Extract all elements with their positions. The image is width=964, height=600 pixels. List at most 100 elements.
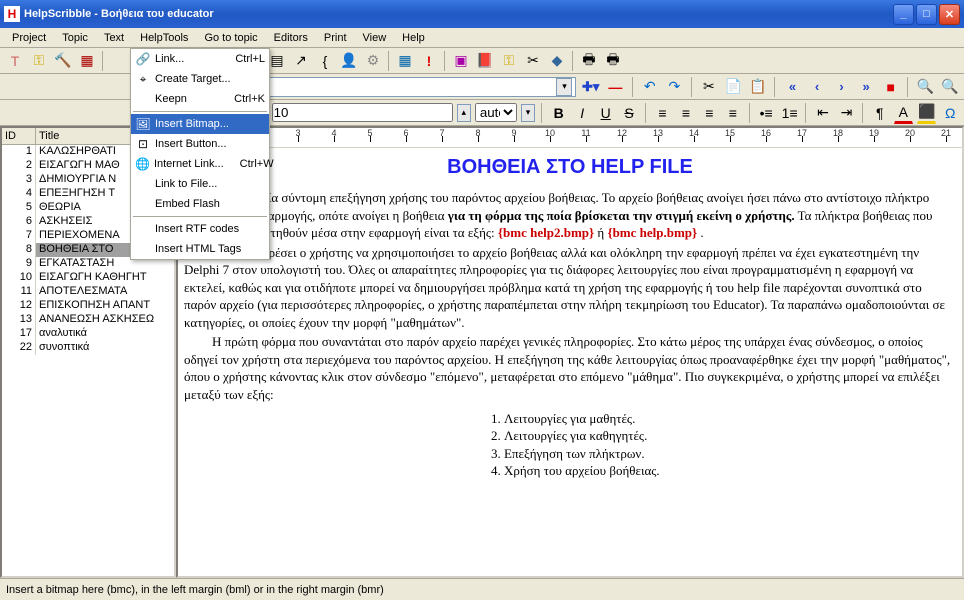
topic-row[interactable]: 10ΕΙΣΑΓΩΓΗ ΚΑΘΗΓΗΤ xyxy=(2,271,174,285)
menu-editors[interactable]: Editors xyxy=(266,30,316,46)
menu-item-insert-rtf-codes[interactable]: Insert RTF codes xyxy=(131,219,269,239)
tool-alert-icon[interactable]: ! xyxy=(418,50,440,72)
menu-project[interactable]: Project xyxy=(4,30,54,46)
topic-id: 4 xyxy=(2,187,36,201)
tool-person-icon[interactable]: 👤 xyxy=(338,50,360,72)
tool-db-icon[interactable]: ▣ xyxy=(450,50,472,72)
font-script-drop-icon[interactable]: ▾ xyxy=(521,104,535,122)
tool-title-icon[interactable]: T xyxy=(4,50,26,72)
nav-copy-icon[interactable]: 📄 xyxy=(723,76,744,98)
font-size-input[interactable] xyxy=(272,103,453,122)
menu-shortcut: Ctrl+W xyxy=(228,158,274,170)
align-justify-icon[interactable]: ≡ xyxy=(723,102,742,124)
align-center-icon[interactable]: ≡ xyxy=(676,102,695,124)
content-area[interactable]: ΒΟΗΘΕΙΑ ΣΤΟ HELP FILE φόρμα γίνεται μία … xyxy=(178,148,962,576)
topic-row[interactable]: 17αναλυτικά xyxy=(2,327,174,341)
nav-next-icon[interactable]: › xyxy=(831,76,852,98)
topic-id: 2 xyxy=(2,159,36,173)
menu-help[interactable]: Help xyxy=(394,30,433,46)
symbol-icon[interactable]: Ω xyxy=(940,102,959,124)
menu-gototopic[interactable]: Go to topic xyxy=(196,30,265,46)
menu-item-create-target-[interactable]: ⌖Create Target... xyxy=(131,69,269,89)
tool-calendar-icon[interactable]: ▦ xyxy=(394,50,416,72)
title-bar: H HelpScribble - Βοήθεια του educator _ … xyxy=(0,0,964,28)
menu-item-label: Internet Link... xyxy=(154,158,224,170)
menu-item-internet-link-[interactable]: 🌐Internet Link...Ctrl+W xyxy=(131,154,269,174)
menu-item-keepn[interactable]: KeepnCtrl+K xyxy=(131,89,269,109)
tool-print2-icon[interactable]: 🖶 xyxy=(602,50,624,72)
nav-add-icon[interactable]: ✚▾ xyxy=(580,76,601,98)
nav-search-icon[interactable]: 🔍 xyxy=(915,76,936,98)
outdent-icon[interactable]: ⇤ xyxy=(813,102,832,124)
nav-replace-icon[interactable]: 🔍 xyxy=(939,76,960,98)
menu-item-link-[interactable]: 🔗Link...Ctrl+L xyxy=(131,49,269,69)
tool-script-icon[interactable]: { xyxy=(314,50,336,72)
tool-scissors-icon[interactable]: ✂ xyxy=(522,50,544,72)
maximize-button[interactable]: □ xyxy=(916,4,937,25)
paragraph-icon[interactable]: ¶ xyxy=(870,102,889,124)
nav-paste-icon[interactable]: 📋 xyxy=(748,76,769,98)
font-script-select[interactable]: autc xyxy=(475,103,517,122)
bold-button[interactable]: B xyxy=(549,102,568,124)
nav-minus-icon[interactable]: — xyxy=(605,76,626,98)
menu-item-label: Create Target... xyxy=(155,73,231,85)
ruler[interactable]: 0123456789101112131415161718192021 xyxy=(178,128,962,148)
align-left-icon[interactable]: ≡ xyxy=(653,102,672,124)
tool-key2-icon[interactable]: ⚿ xyxy=(498,50,520,72)
menu-item-label: Link... xyxy=(155,53,184,65)
font-size-up-icon[interactable]: ▴ xyxy=(457,104,471,122)
menu-bar: Project Topic Text HelpTools Go to topic… xyxy=(0,28,964,48)
list-item: Λειτουργίες για μαθητές. xyxy=(504,410,956,428)
bitmap-icon: 🖼 xyxy=(135,116,151,132)
nav-redo-icon[interactable]: ↷ xyxy=(664,76,685,98)
status-bar: Insert a bitmap here (bmc), in the left … xyxy=(0,578,964,600)
bg-color-icon[interactable]: ⬛ xyxy=(917,102,936,124)
number-list-icon[interactable]: 1≡ xyxy=(780,102,799,124)
combo-drop-icon[interactable]: ▾ xyxy=(556,78,572,96)
tool-tag-icon[interactable]: ◆ xyxy=(546,50,568,72)
font-color-icon[interactable]: A xyxy=(894,102,913,124)
underline-button[interactable]: U xyxy=(596,102,615,124)
tool-print-icon[interactable]: 🖶 xyxy=(578,50,600,72)
menu-item-link-to-file-[interactable]: Link to File... xyxy=(131,174,269,194)
italic-button[interactable]: I xyxy=(572,102,591,124)
menu-item-label: Embed Flash xyxy=(155,198,220,210)
nav-cut-icon[interactable]: ✂ xyxy=(699,76,720,98)
topic-row[interactable]: 22συνοπτικά xyxy=(2,341,174,355)
align-right-icon[interactable]: ≡ xyxy=(700,102,719,124)
nav-prev-icon[interactable]: ‹ xyxy=(807,76,828,98)
bullet-list-icon[interactable]: •≡ xyxy=(756,102,775,124)
menu-view[interactable]: View xyxy=(355,30,395,46)
topic-id: 17 xyxy=(2,327,36,341)
tool-key-icon[interactable]: ⚿ xyxy=(28,50,50,72)
topic-id: 13 xyxy=(2,313,36,327)
menu-topic[interactable]: Topic xyxy=(54,30,96,46)
window-title: HelpScribble - Βοήθεια του educator xyxy=(24,8,893,20)
menu-item-insert-html-tags[interactable]: Insert HTML Tags xyxy=(131,239,269,259)
helptools-menu: 🔗Link...Ctrl+L⌖Create Target...KeepnCtrl… xyxy=(130,48,270,260)
menu-item-embed-flash[interactable]: Embed Flash xyxy=(131,194,269,214)
menu-helptools[interactable]: HelpTools xyxy=(132,30,196,46)
nav-first-icon[interactable]: « xyxy=(782,76,803,98)
menu-item-insert-bitmap-[interactable]: 🖼Insert Bitmap... xyxy=(131,114,269,134)
tool-hammer-icon[interactable]: 🔨 xyxy=(52,50,74,72)
close-button[interactable]: ✕ xyxy=(939,4,960,25)
tool-gear-icon[interactable]: ⚙ xyxy=(362,50,384,72)
topic-row[interactable]: 11ΑΠΟΤΕΛΕΣΜΑΤΑ xyxy=(2,285,174,299)
topic-row[interactable]: 12ΕΠΙΣΚΟΠΗΣΗ ΑΠΑΝΤ xyxy=(2,299,174,313)
tool-grid-icon[interactable]: ▦ xyxy=(76,50,98,72)
indent-icon[interactable]: ⇥ xyxy=(837,102,856,124)
menu-text[interactable]: Text xyxy=(96,30,132,46)
menu-print[interactable]: Print xyxy=(316,30,355,46)
minimize-button[interactable]: _ xyxy=(893,4,914,25)
nav-stop-icon[interactable]: ■ xyxy=(880,76,901,98)
strike-button[interactable]: S xyxy=(619,102,638,124)
menu-item-insert-button-[interactable]: ⊡Insert Button... xyxy=(131,134,269,154)
nav-last-icon[interactable]: » xyxy=(856,76,877,98)
tool-book-icon[interactable]: 📕 xyxy=(474,50,496,72)
id-column-header[interactable]: ID xyxy=(2,128,36,144)
nav-undo-icon[interactable]: ↶ xyxy=(640,76,661,98)
topic-id: 6 xyxy=(2,215,36,229)
tool-arrow-icon[interactable]: ↗ xyxy=(290,50,312,72)
topic-row[interactable]: 13ΑΝΑΝΕΩΣΗ ΑΣΚΗΣΕΩ xyxy=(2,313,174,327)
